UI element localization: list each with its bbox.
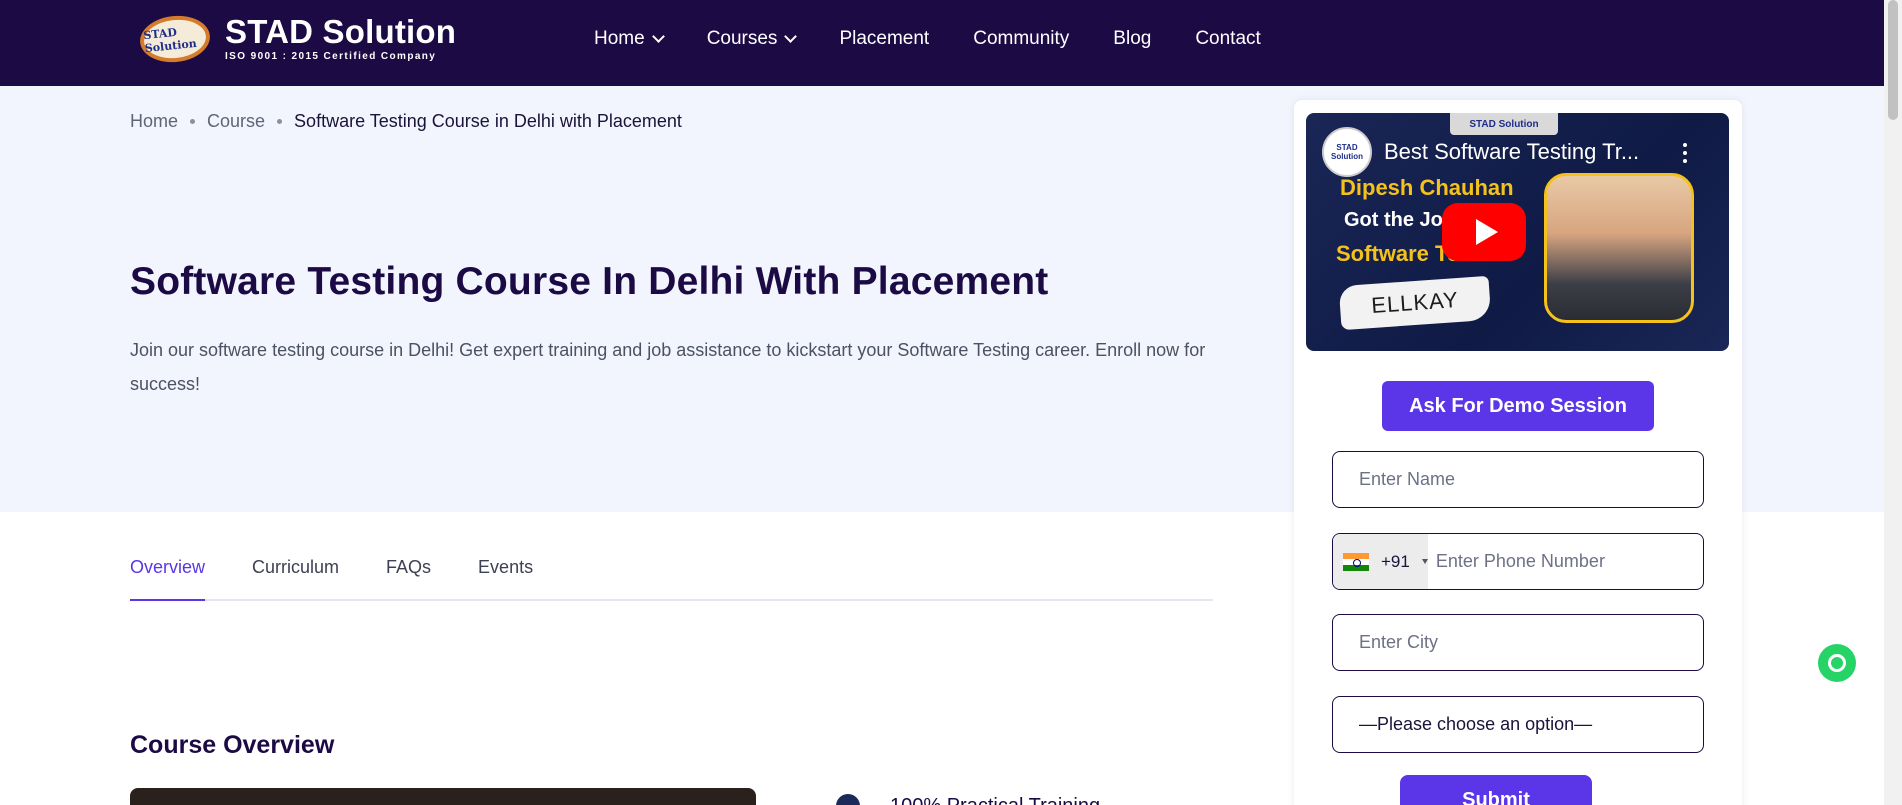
site-header: STAD Solution STAD Solution ISO 9001 : 2… bbox=[0, 0, 1884, 86]
video-brand-tag: STAD Solution bbox=[1450, 113, 1558, 135]
breadcrumb-home[interactable]: Home bbox=[130, 111, 178, 132]
nav-label: Placement bbox=[839, 28, 930, 49]
logo-text: STAD Solution ISO 9001 : 2015 Certified … bbox=[225, 13, 457, 62]
nav-item-contact[interactable]: Contact bbox=[1195, 27, 1260, 51]
site-logo[interactable]: STAD Solution STAD Solution ISO 9001 : 2… bbox=[137, 12, 457, 66]
chevron-down-icon bbox=[784, 30, 798, 43]
breadcrumb: Home Course Software Testing Course in D… bbox=[130, 111, 682, 132]
feature-label: 100% Practical Training bbox=[890, 795, 1100, 805]
name-field[interactable] bbox=[1332, 451, 1704, 508]
feature-item: 100% Practical Training bbox=[806, 794, 1100, 805]
tab-faqs[interactable]: FAQs bbox=[386, 549, 431, 601]
nav-label: Contact bbox=[1195, 28, 1261, 49]
page-description: Join our software testing course in Delh… bbox=[130, 340, 1206, 394]
nav-label: Courses bbox=[706, 28, 778, 49]
tab-overview[interactable]: Overview bbox=[130, 549, 206, 601]
phone-input[interactable] bbox=[1427, 551, 1703, 572]
nav-item-community[interactable]: Community bbox=[973, 27, 1069, 51]
youtube-video-embed[interactable]: STAD Solution STAD Solution Best Softwar… bbox=[1306, 113, 1729, 351]
page-title: Software Testing Course In Delhi With Pl… bbox=[130, 260, 1049, 303]
course-overview-title: Course Overview bbox=[130, 731, 335, 759]
company-logo: ELLKAY bbox=[1338, 275, 1492, 331]
tab-curriculum[interactable]: Curriculum bbox=[252, 549, 339, 601]
course-tabs: Overview Curriculum FAQs Events bbox=[130, 549, 1213, 601]
brand-name: STAD Solution bbox=[225, 13, 457, 50]
brand-tagline: ISO 9001 : 2015 Certified Company bbox=[225, 51, 437, 62]
country-code-select[interactable]: +91 bbox=[1333, 534, 1428, 589]
phone-field[interactable]: +91 bbox=[1332, 533, 1704, 590]
whatsapp-icon[interactable] bbox=[1818, 644, 1856, 682]
overview-video-thumbnail[interactable] bbox=[130, 788, 756, 805]
submit-button[interactable]: Submit bbox=[1400, 775, 1592, 805]
india-flag-icon bbox=[1343, 552, 1369, 571]
breadcrumb-course[interactable]: Course bbox=[207, 111, 265, 132]
main-nav: Home Courses Placement Community Blog Co… bbox=[594, 27, 1305, 51]
chevron-down-icon bbox=[651, 30, 665, 43]
nav-label: Home bbox=[594, 28, 645, 49]
nav-label: Community bbox=[973, 28, 1070, 49]
play-button-icon[interactable] bbox=[1442, 203, 1526, 261]
scrollbar-thumb[interactable] bbox=[1888, 0, 1898, 120]
city-input[interactable] bbox=[1359, 632, 1703, 653]
ask-demo-button[interactable]: Ask For Demo Session bbox=[1382, 381, 1654, 431]
select-value: —Please choose an option— bbox=[1359, 714, 1593, 734]
check-circle-icon bbox=[836, 794, 860, 805]
nav-item-courses[interactable]: Courses bbox=[706, 27, 798, 51]
more-options-icon[interactable] bbox=[1683, 143, 1687, 167]
nav-item-placement[interactable]: Placement bbox=[839, 27, 929, 51]
student-photo bbox=[1544, 173, 1694, 323]
course-select[interactable]: —Please choose an option— bbox=[1332, 696, 1704, 753]
nav-item-blog[interactable]: Blog bbox=[1113, 27, 1151, 51]
country-code: +91 bbox=[1381, 551, 1410, 571]
tab-events[interactable]: Events bbox=[478, 549, 533, 601]
page-scrollbar[interactable] bbox=[1884, 0, 1902, 805]
video-text-name: Dipesh Chauhan bbox=[1340, 175, 1514, 200]
breadcrumb-separator bbox=[190, 119, 196, 124]
breadcrumb-current: Software Testing Course in Delhi with Pl… bbox=[294, 111, 682, 131]
city-field[interactable] bbox=[1332, 614, 1704, 671]
logo-badge-icon: STAD Solution bbox=[137, 12, 213, 66]
name-input[interactable] bbox=[1359, 469, 1703, 490]
breadcrumb-separator bbox=[277, 119, 283, 124]
video-title[interactable]: Best Software Testing Tr... bbox=[1384, 139, 1639, 165]
channel-avatar[interactable]: STAD Solution bbox=[1322, 127, 1372, 177]
nav-label: Blog bbox=[1113, 28, 1152, 49]
nav-item-home[interactable]: Home bbox=[594, 27, 665, 51]
